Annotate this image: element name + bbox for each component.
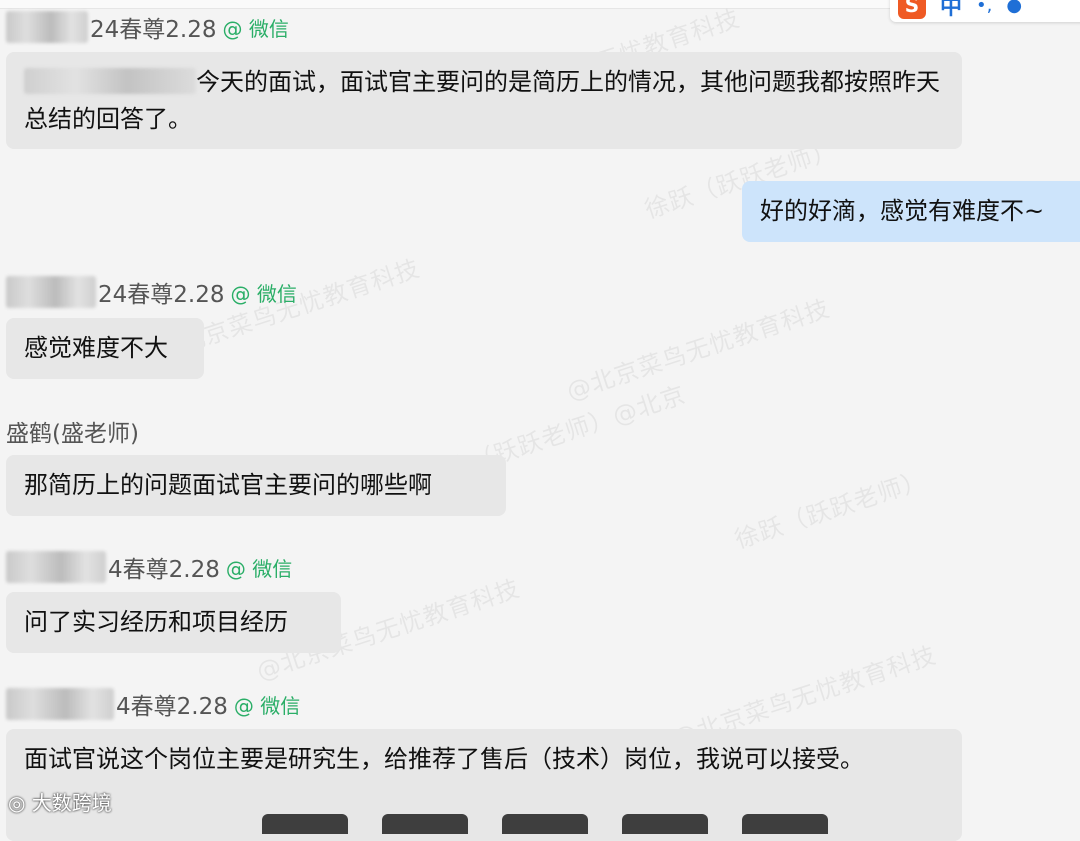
my-message-bubble[interactable]: 好的好滴，感觉有难度不~ — [742, 181, 1080, 242]
sender-name: 4春尊2.28 — [116, 694, 228, 720]
sogou-logo-icon[interactable]: S — [898, 0, 926, 19]
wechat-tag: @ 微信 — [225, 556, 293, 581]
message-bubble[interactable]: 今天的面试，面试官主要问的是简历上的情况，其他问题我都按照昨天总结的回答了。 — [6, 52, 962, 149]
toolbar-button[interactable] — [622, 814, 708, 834]
redacted-name — [6, 551, 106, 583]
message-text: 那简历上的问题面试官主要问的哪些啊 — [24, 471, 432, 499]
sender-name: 4春尊2.28 — [108, 557, 220, 583]
message-sender: 24春尊2.28 @ 微信 — [6, 10, 289, 44]
logo-mark-icon: ◎ — [8, 791, 32, 815]
source-watermark-logo: ◎ 大数跨境 — [8, 787, 112, 816]
watermark-text: 徐跃（跃跃老师） — [731, 465, 931, 555]
toolbar-button[interactable] — [502, 814, 588, 834]
bottom-toolbar — [0, 794, 1080, 834]
sender-name: 24春尊2.28 — [90, 17, 217, 43]
sender-name: 24春尊2.28 — [98, 282, 225, 308]
message-sender: 24春尊2.28 @ 微信 — [6, 275, 297, 309]
redacted-text — [24, 68, 196, 94]
ime-toolbar[interactable]: S 中 •, ● — [890, 0, 1080, 22]
message-bubble[interactable]: 那简历上的问题面试官主要问的哪些啊 — [6, 455, 506, 516]
message-bubble[interactable]: 感觉难度不大 — [6, 318, 204, 379]
message-text: 感觉难度不大 — [24, 334, 168, 362]
wechat-tag: @ 微信 — [233, 693, 301, 718]
toolbar-button[interactable] — [742, 814, 828, 834]
punctuation-icon[interactable]: •, — [976, 0, 992, 16]
wechat-tag: @ 微信 — [230, 281, 297, 306]
toolbar-button[interactable] — [262, 814, 348, 834]
redacted-name — [6, 276, 96, 308]
logo-text: 大数跨境 — [31, 791, 112, 815]
watermark-text: @北京菜鸟无忧教育科技 — [563, 294, 834, 406]
toolbar-button[interactable] — [382, 814, 468, 834]
sender-name: 盛鹤(盛老师) — [6, 421, 139, 447]
message-sender: 4春尊2.28 @ 微信 — [6, 550, 292, 584]
message-text: 问了实习经历和项目经历 — [24, 608, 288, 636]
message-bubble[interactable]: 问了实习经历和项目经历 — [6, 592, 341, 653]
message-text: 面试官说这个岗位主要是研究生，给推荐了售后（技术）岗位，我说可以接受。 — [24, 745, 864, 773]
redacted-name — [6, 688, 114, 720]
ime-language-toggle[interactable]: 中 — [940, 0, 962, 21]
message-sender: 4春尊2.28 @ 微信 — [6, 687, 300, 721]
microphone-icon[interactable]: ● — [1006, 0, 1022, 16]
wechat-tag: @ 微信 — [222, 16, 289, 41]
redacted-name — [6, 11, 88, 43]
message-text: 好的好滴，感觉有难度不~ — [760, 197, 1045, 225]
